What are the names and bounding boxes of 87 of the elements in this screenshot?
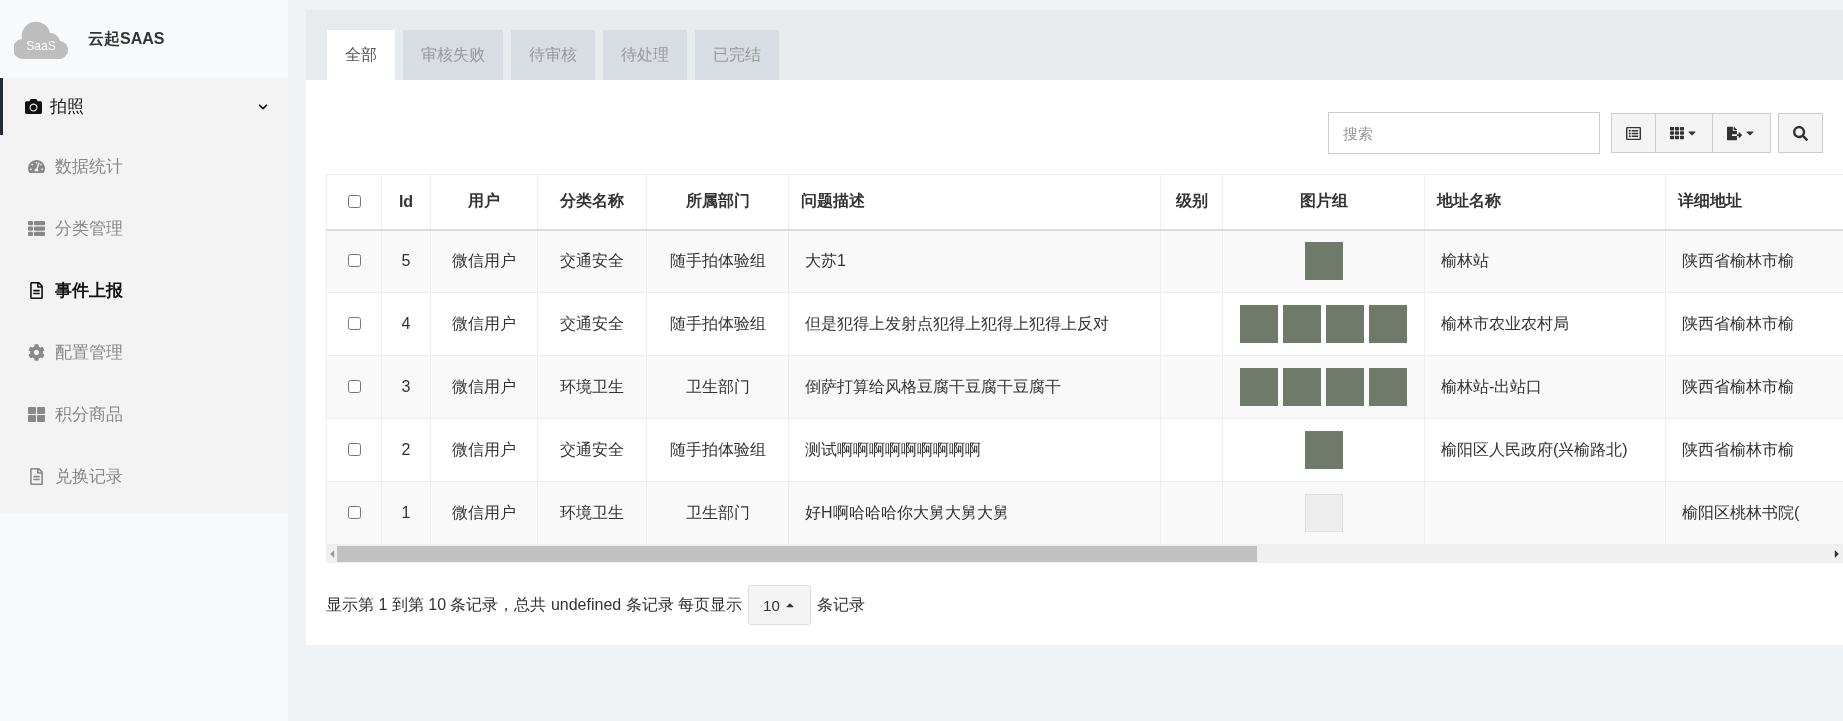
table-cell: 随手拍体验组 bbox=[669, 440, 766, 458]
table-cell: 微信用户 bbox=[452, 440, 516, 458]
list-icon bbox=[28, 219, 45, 237]
cloud-logo: SaaS bbox=[14, 19, 68, 59]
pagination-summary: 显示第 1 到第 10 条记录，总共 undefined 条记录 每页显示 bbox=[326, 594, 743, 615]
table-cell: 环境卫生 bbox=[560, 377, 624, 395]
tab[interactable]: 待审核 bbox=[511, 30, 595, 80]
table-cell: 陕西省榆林市榆 bbox=[1682, 251, 1794, 269]
table-cell: 微信用户 bbox=[452, 377, 516, 395]
pagination-suffix: 条记录 bbox=[816, 594, 865, 615]
row-checkbox[interactable] bbox=[348, 506, 361, 519]
table-cell: 陕西省榆林市榆 bbox=[1682, 314, 1794, 332]
table-cell: 5 bbox=[401, 252, 411, 270]
tab[interactable]: 审核失败 bbox=[403, 30, 503, 80]
column-header: 所属部门 bbox=[646, 174, 789, 230]
table-cell: 榆林站 bbox=[1441, 251, 1489, 269]
menu-item[interactable]: 兑换记录 bbox=[0, 445, 288, 507]
photo-placeholder[interactable] bbox=[1304, 431, 1343, 469]
menu-item[interactable]: 数据统计 bbox=[0, 135, 288, 197]
table-cell: 大苏1 bbox=[805, 251, 846, 269]
columns-button[interactable] bbox=[1655, 113, 1713, 153]
export-icon bbox=[1727, 125, 1742, 141]
table-cell: 随手拍体验组 bbox=[669, 314, 766, 332]
photo-placeholder[interactable] bbox=[1304, 242, 1343, 281]
table-cell: 3 bbox=[401, 378, 411, 395]
table-cell: 好H啊哈哈哈你大舅大舅大舅 bbox=[805, 503, 1009, 521]
table-cell: 陕西省榆林市榆 bbox=[1682, 377, 1794, 395]
chevron-icon bbox=[258, 101, 268, 112]
table-cell: 测试啊啊啊啊啊啊啊啊啊 bbox=[805, 440, 981, 458]
gear-icon bbox=[28, 343, 45, 361]
tab[interactable]: 全部 bbox=[327, 30, 395, 80]
table-cell: 微信用户 bbox=[452, 251, 516, 269]
tab[interactable]: 已完结 bbox=[695, 30, 779, 80]
document-icon bbox=[28, 281, 45, 299]
table-cell: 环境卫生 bbox=[560, 503, 624, 521]
table-cell: 陕西省榆林市榆 bbox=[1682, 440, 1794, 458]
menu-item[interactable]: 事件上报 bbox=[0, 259, 288, 321]
grid-icon bbox=[1670, 126, 1684, 140]
column-header: 地址名称 bbox=[1424, 174, 1666, 230]
export-button[interactable] bbox=[1712, 113, 1771, 153]
column-header: 详细地址 bbox=[1665, 174, 1843, 230]
search-button[interactable] bbox=[1778, 113, 1823, 153]
camera-icon bbox=[25, 98, 42, 115]
table-cell: 随手拍体验组 bbox=[669, 251, 766, 269]
table-cell: 榆林市农业农村局 bbox=[1441, 314, 1569, 332]
menu-item[interactable]: 配置管理 bbox=[0, 321, 288, 383]
table-cell: 交通安全 bbox=[560, 440, 624, 458]
table-cell: 2 bbox=[401, 441, 411, 458]
table-cell: 4 bbox=[401, 315, 411, 332]
row-checkbox[interactable] bbox=[348, 317, 361, 330]
column-header: 问题描述 bbox=[788, 174, 1161, 230]
document-thumbnail[interactable] bbox=[1304, 494, 1343, 532]
brand-name: 云起SAAS bbox=[88, 28, 165, 49]
table-icon bbox=[1626, 125, 1641, 141]
table-view-button[interactable] bbox=[1611, 113, 1656, 153]
grid-icon bbox=[28, 405, 45, 423]
column-header: 用户 bbox=[430, 174, 538, 230]
table-cell: 榆阳区桃林书院( bbox=[1682, 503, 1800, 521]
table-cell: 榆阳区人民政府(兴榆路北) bbox=[1441, 440, 1628, 458]
menu-group[interactable]: 拍照 bbox=[0, 78, 288, 135]
table-cell: 微信用户 bbox=[452, 503, 516, 521]
column-header: 级别 bbox=[1160, 174, 1223, 230]
page-size-dropdown[interactable]: 10 bbox=[748, 585, 811, 625]
table-cell: 微信用户 bbox=[452, 314, 516, 332]
row-checkbox[interactable] bbox=[348, 443, 361, 456]
dashboard-icon bbox=[28, 157, 45, 175]
table-cell: 交通安全 bbox=[560, 251, 624, 269]
search-field[interactable]: 搜索 bbox=[1328, 112, 1600, 154]
menu-item[interactable]: 分类管理 bbox=[0, 197, 288, 259]
table-cell: 倒萨打算给风格豆腐干豆腐干豆腐干 bbox=[805, 377, 1061, 395]
tab[interactable]: 待处理 bbox=[603, 30, 687, 80]
table-cell: 1 bbox=[401, 504, 411, 521]
column-header: 图片组 bbox=[1222, 174, 1425, 230]
search-icon bbox=[1793, 125, 1808, 141]
table-cell: 但是犯得上发射点犯得上犯得上犯得上反对 bbox=[805, 314, 1109, 332]
menu-item[interactable]: 积分商品 bbox=[0, 383, 288, 445]
table-cell: 卫生部门 bbox=[685, 377, 750, 395]
table-cell: 交通安全 bbox=[560, 314, 624, 332]
column-header: Id bbox=[381, 174, 431, 230]
table-cell: 榆林站-出站口 bbox=[1441, 377, 1543, 395]
column-header: 分类名称 bbox=[537, 174, 647, 230]
select-all-checkbox[interactable] bbox=[348, 194, 361, 208]
row-checkbox[interactable] bbox=[348, 380, 361, 393]
horizontal-scrollbar[interactable] bbox=[326, 545, 1843, 563]
row-checkbox[interactable] bbox=[348, 254, 361, 268]
document-icon bbox=[28, 467, 45, 485]
table-cell: 卫生部门 bbox=[685, 503, 750, 521]
